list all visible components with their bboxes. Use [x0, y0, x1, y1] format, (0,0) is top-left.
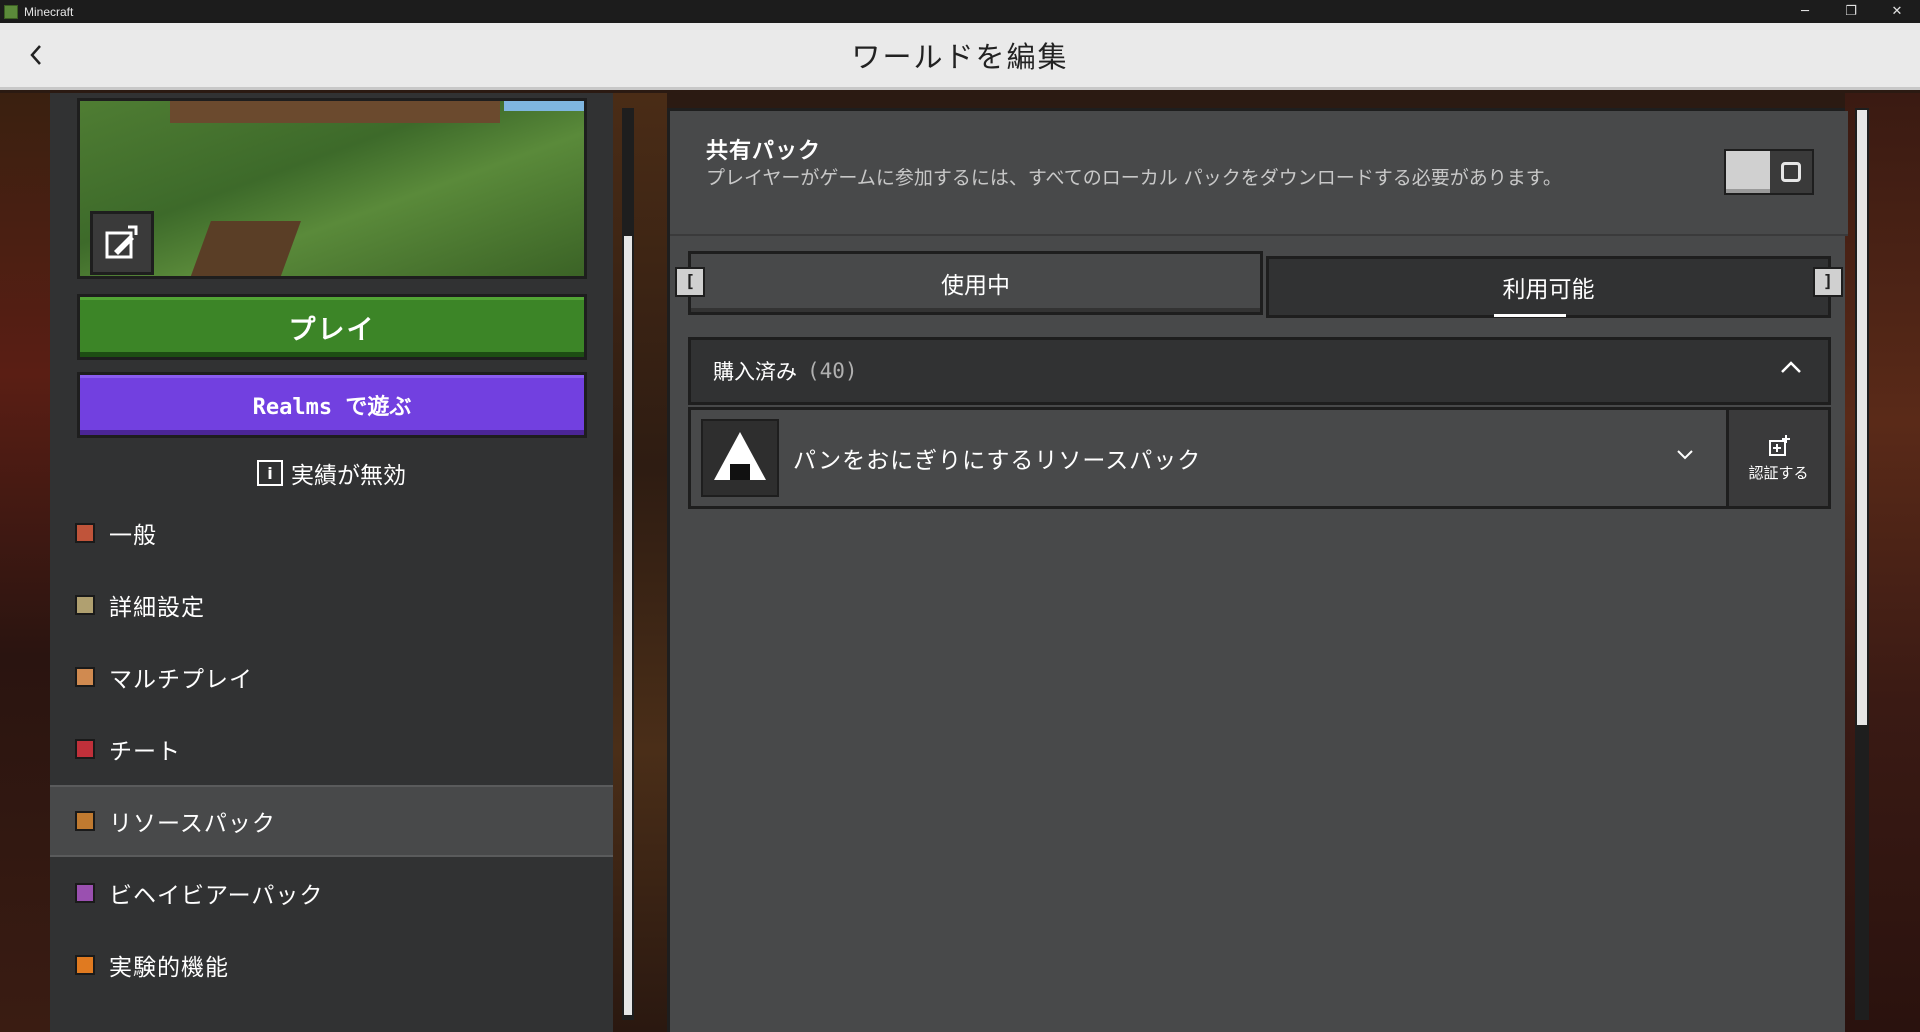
nav-label: マルチプレイ — [109, 667, 253, 693]
close-button[interactable]: ✕ — [1874, 0, 1920, 23]
purchased-label: 購入済み — [713, 360, 797, 384]
shared-packs-description: プレイヤーがゲームに参加するには、すべてのローカル パックをダウンロードする必要… — [706, 167, 1562, 189]
window-title: Minecraft — [24, 4, 74, 19]
purchased-section-header[interactable]: 購入済み (40) — [688, 337, 1831, 405]
back-button[interactable] — [18, 37, 54, 73]
multiplayer-icon — [75, 667, 95, 687]
window-titlebar: Minecraft ─ ❐ ✕ — [0, 0, 1920, 23]
toggle-off-icon — [1781, 162, 1801, 182]
nav-label: ビヘイビアーパック — [109, 883, 324, 909]
nav-item-general[interactable]: 一般 — [50, 497, 613, 569]
nav-item-advanced[interactable]: 詳細設定 — [50, 569, 613, 641]
purchased-count: (40) — [807, 359, 858, 383]
shared-packs-toggle[interactable] — [1724, 149, 1814, 195]
left-scrollbar-thumb[interactable] — [624, 236, 632, 1015]
nav-label: チート — [109, 739, 181, 765]
tab-available[interactable]: 利用可能 — [1266, 256, 1831, 318]
info-icon: i — [257, 460, 283, 486]
resource-pack-item[interactable]: パンをおにぎりにするリソースパック 認証する — [688, 407, 1831, 509]
nav-label: 実験的機能 — [109, 955, 229, 981]
edit-image-icon — [105, 225, 138, 259]
minimize-button[interactable]: ─ — [1782, 0, 1828, 23]
page-title: ワールドを編集 — [851, 40, 1069, 74]
advanced-icon — [75, 595, 95, 615]
tab-in-use[interactable]: 使用中 — [688, 251, 1263, 315]
background-scenery-left — [0, 93, 50, 1032]
minecraft-app-icon — [4, 4, 18, 19]
window-controls: ─ ❐ ✕ — [1782, 0, 1920, 23]
play-button[interactable]: プレイ — [77, 294, 587, 360]
nav-item-behavior-packs[interactable]: ビヘイビアーパック — [50, 857, 613, 929]
settings-nav: 一般 詳細設定 マルチプレイ チート リソースパック ビヘイビアーパック 実験的… — [50, 497, 613, 1001]
chevron-up-icon — [1781, 361, 1801, 373]
pack-tabs: 使用中 利用可能 — [688, 251, 1831, 319]
nav-label: リソースパック — [109, 811, 276, 837]
right-panel: 共有パック プレイヤーがゲームに参加するには、すべてのローカル パックをダウンロ… — [667, 108, 1848, 1032]
general-icon — [75, 523, 95, 543]
page-header: ワールドを編集 — [0, 23, 1920, 90]
nav-item-multiplayer[interactable]: マルチプレイ — [50, 641, 613, 713]
pack-name: パンをおにぎりにするリソースパック — [793, 448, 1202, 474]
chevron-left-icon — [30, 45, 41, 65]
background-scenery-middle — [612, 93, 667, 1032]
experimental-icon — [75, 955, 95, 975]
nav-item-experimental[interactable]: 実験的機能 — [50, 929, 613, 1001]
play-on-realms-button[interactable]: Realms で遊ぶ — [77, 372, 587, 438]
active-tab-underline — [1494, 314, 1566, 317]
left-panel: プレイ Realms で遊ぶ i 実績が無効 一般 詳細設定 マルチプレイ チー… — [50, 93, 613, 1032]
onigiri-pack-icon — [701, 419, 779, 497]
nav-item-cheats[interactable]: チート — [50, 713, 613, 785]
shared-packs-title: 共有パック — [706, 139, 822, 164]
achievements-label: 実績が無効 — [291, 463, 406, 489]
tab-right-bracket-key-hint: ] — [1813, 267, 1843, 297]
world-preview-image — [77, 98, 587, 279]
chevron-down-icon[interactable] — [1676, 448, 1694, 460]
tab-left-bracket-key-hint: [ — [675, 267, 705, 297]
edit-image-button[interactable] — [90, 211, 154, 275]
achievements-disabled-notice: i 実績が無効 — [50, 455, 613, 491]
nav-item-resource-packs[interactable]: リソースパック — [50, 785, 613, 857]
right-scrollbar-thumb[interactable] — [1857, 110, 1867, 725]
verify-button[interactable]: 認証する — [1726, 410, 1828, 506]
verify-label: 認証する — [1748, 463, 1809, 482]
resource-pack-icon — [75, 811, 95, 831]
shared-packs-row: 共有パック プレイヤーがゲームに参加するには、すべてのローカル パックをダウンロ… — [670, 111, 1848, 236]
restore-button[interactable]: ❐ — [1828, 0, 1874, 23]
behavior-pack-icon — [75, 883, 95, 903]
toggle-knob — [1726, 151, 1770, 193]
nav-label: 一般 — [109, 523, 157, 549]
add-verify-icon — [1768, 434, 1790, 456]
cheats-icon — [75, 739, 95, 759]
nav-label: 詳細設定 — [109, 595, 205, 621]
